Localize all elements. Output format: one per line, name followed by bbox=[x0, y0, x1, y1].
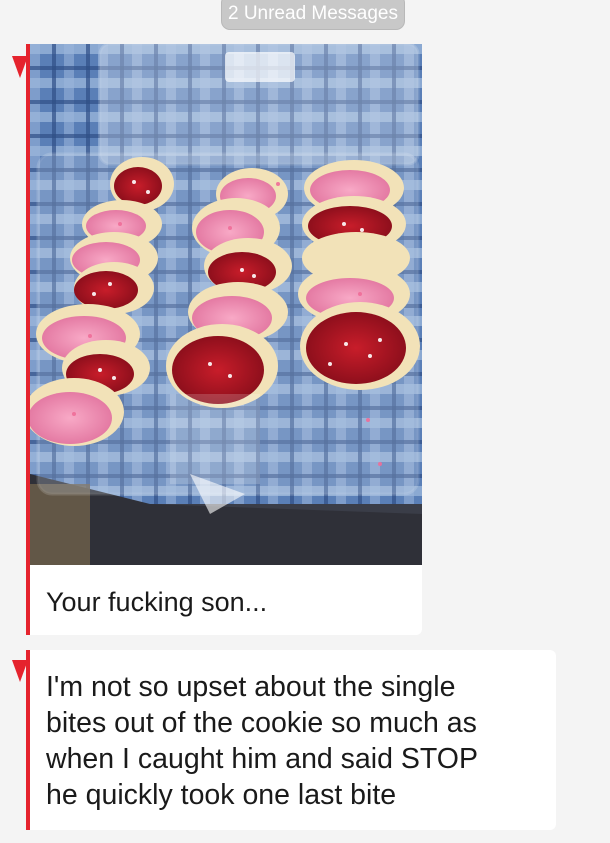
message-text: Your fucking son... bbox=[46, 587, 268, 617]
message-photo[interactable] bbox=[30, 44, 422, 565]
message-text-line: when I caught him and said STOP bbox=[46, 743, 478, 775]
message-bubble[interactable]: Your fucking son... bbox=[30, 565, 422, 635]
message-text-line: I'm not so upset about the single bbox=[46, 671, 456, 703]
message-text-line: he quickly took one last bite bbox=[46, 779, 397, 811]
message-bubble[interactable]: I'm not so upset about the single bites … bbox=[30, 650, 556, 830]
cookie-tray-photo bbox=[30, 44, 422, 565]
unread-messages-badge[interactable]: 2 Unread Messages bbox=[221, 0, 405, 30]
message-text-line: bites out of the cookie so much as bbox=[46, 707, 477, 739]
